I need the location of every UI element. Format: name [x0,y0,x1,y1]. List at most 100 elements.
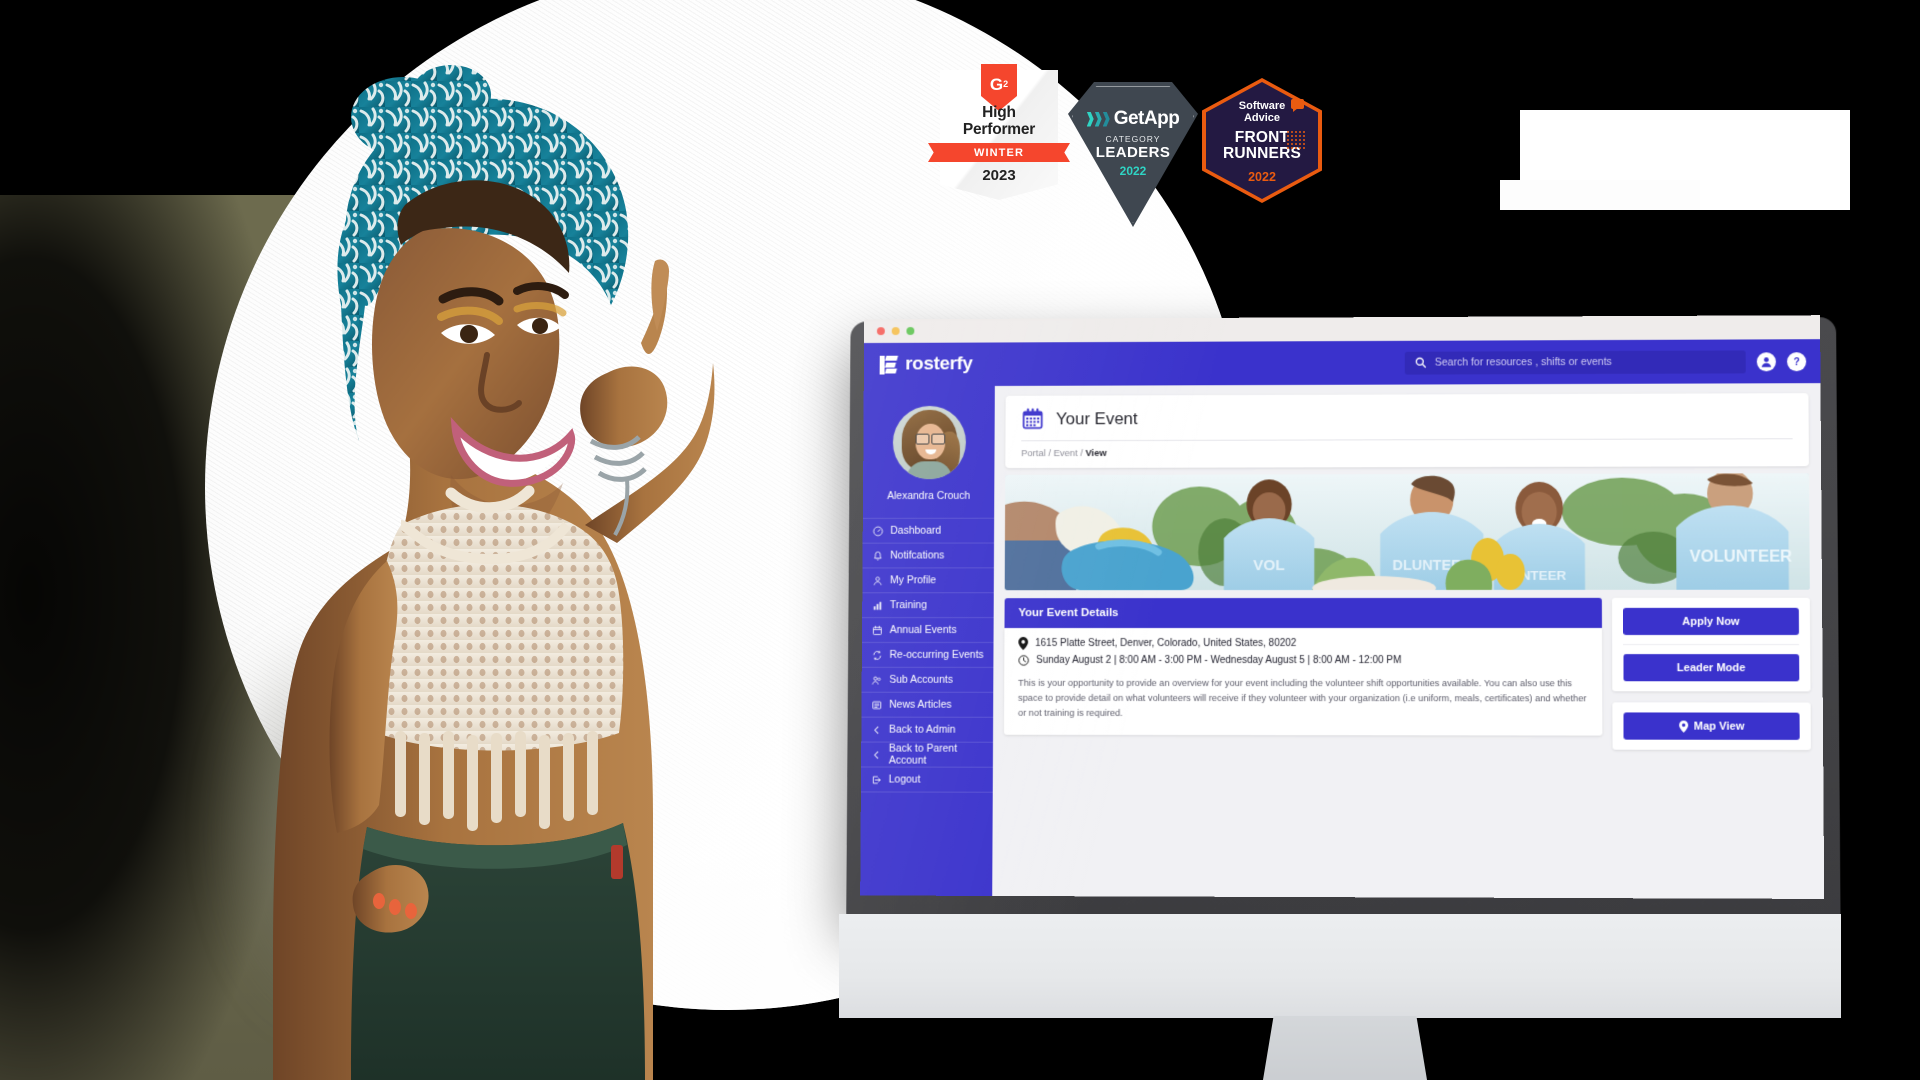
badge-software-advice-brand-line1: Software [1238,100,1286,112]
sidebar-item-label: Annual Events [889,624,957,637]
svg-text:VOLUNTEER: VOLUNTEER [1689,548,1792,566]
account-icon[interactable] [1756,351,1776,371]
window-maximize-button[interactable] [906,327,915,335]
logout-icon [871,774,882,785]
sidebar-item-notifications[interactable]: Notifcations [862,542,995,568]
sidebar-item-training[interactable]: Training [862,592,994,618]
event-address-row: 1615 Platte Street, Denver, Colorado, Un… [1018,637,1588,650]
sidebar-item-label: Training [889,599,928,612]
sidebar-item-news-articles[interactable]: News Articles [861,691,994,717]
sidebar-item-label: Re-occurring Events [889,648,984,661]
sidebar-item-label: Dashboard [890,524,942,537]
page-title: Your Event [1055,408,1138,428]
page-title-card: Your Event Portal / Event / View [1005,393,1809,469]
badge-getapp-year: 2022 [1119,164,1147,178]
brand-logo[interactable]: rosterfy [879,353,973,375]
hero-stage: G2 High Performer WINTER 2023 GetApp CAT… [0,0,1920,1080]
badge-getapp-category-leaders: GetApp CATEGORY LEADERS 2022 [1068,82,1198,227]
help-icon[interactable]: ? [1786,351,1807,371]
sidebar-item-label: Sub Accounts [889,673,953,686]
sidebar: Alexandra Crouch Dashboard Notifcations [860,385,995,896]
location-pin-icon [1018,637,1029,650]
event-details-panel: Your Event Details 1615 Platte Street, D… [1003,597,1603,736]
repeat-icon [872,649,883,660]
speech-bubble-icon [1291,99,1304,109]
badge-g2-ribbon: WINTER [928,143,1070,162]
user-icon [872,575,883,586]
badge-g2-year: 2023 [982,167,1016,184]
sidebar-item-sub-accounts[interactable]: Sub Accounts [861,666,994,692]
event-datetime: Sunday August 2 | 8:00 AM - 3:00 PM - We… [1036,654,1402,667]
app-header: rosterfy Search for resources , shifts o… [863,339,1821,387]
badge-g2-title-line2: Performer [962,121,1036,139]
sidebar-item-label: News Articles [889,698,952,711]
back-icon [871,724,882,735]
accounts-icon [872,674,883,685]
event-address: 1615 Platte Street, Denver, Colorado, Un… [1035,637,1297,650]
badge-software-advice-brand-line2: Advice [1243,112,1281,125]
sidebar-item-re-occurring-events[interactable]: Re-occurring Events [861,641,994,667]
app-window: rosterfy Search for resources , shifts o… [860,315,1825,899]
badge-software-advice-year: 2022 [1248,170,1276,184]
breadcrumb-current: View [1085,448,1107,459]
header-right-group: Search for resources , shifts or events … [1404,349,1807,375]
badge-g2-high-performer: G2 High Performer WINTER 2023 [928,64,1070,200]
brand-name: rosterfy [905,353,973,375]
window-close-button[interactable] [876,327,885,336]
sidebar-item-my-profile[interactable]: My Profile [862,567,994,593]
sidebar-item-back-to-admin[interactable]: Back to Admin [861,716,994,742]
badge-software-advice-brand: Software Advice [1202,100,1322,125]
sidebar-item-logout[interactable]: Logout [860,766,993,793]
app-body: Alexandra Crouch Dashboard Notifcations [860,383,1825,899]
svg-text:VOL: VOL [1253,557,1285,574]
badge-getapp-leaders: LEADERS [1095,144,1171,161]
sidebar-user-name: Alexandra Crouch [887,489,971,503]
woman-photo [255,55,765,1080]
leader-mode-button[interactable]: Leader Mode [1623,654,1800,682]
event-details-heading: Your Event Details [1004,597,1602,629]
svg-text:?: ? [1793,357,1799,368]
event-datetime-row: Sunday August 2 | 8:00 AM - 3:00 PM - We… [1018,655,1588,666]
breadcrumb-prefix[interactable]: Portal / Event / [1021,448,1085,459]
badge-g2-title: High Performer [940,104,1058,139]
badge-getapp-brand: GetApp [1113,108,1180,129]
location-pin-icon [1678,720,1688,733]
training-icon [872,600,883,611]
event-lower-section: Your Event Details 1615 Platte Street, D… [1003,597,1811,751]
window-minimize-button[interactable] [891,327,900,336]
calendar-icon [1021,408,1044,431]
dashboard-icon [873,525,884,536]
title-divider [1021,438,1793,442]
sidebar-nav: Dashboard Notifcations My Profile Traini… [860,517,995,793]
monitor-stand [1260,1016,1430,1080]
sidebar-item-label: My Profile [889,574,937,587]
monitor-chin [839,914,1841,1018]
event-actions-panel: Apply Now Leader Mode Map View [1611,597,1811,751]
background-white-patch-secondary [1500,180,1700,210]
apply-now-button[interactable]: Apply Now [1623,607,1799,636]
badge-getapp-brand-row: GetApp [1068,108,1198,130]
news-icon [871,699,882,710]
sidebar-item-dashboard[interactable]: Dashboard [862,517,995,543]
sidebar-item-label: Back to Parent Account [888,742,958,767]
event-details-body: 1615 Platte Street, Denver, Colorado, Un… [1003,627,1603,736]
calendar-icon [872,625,883,636]
search-icon [1415,357,1427,369]
event-hero-image: VOL DLUNTEER NTEER VOLUNTEER [1004,473,1810,591]
bell-icon [872,550,883,561]
sidebar-item-back-to-parent-account[interactable]: Back to Parent Account [861,741,994,767]
search-input[interactable]: Search for resources , shifts or events [1404,349,1746,375]
sidebar-item-annual-events[interactable]: Annual Events [861,617,994,642]
clock-icon [1018,655,1029,666]
event-description: This is your opportunity to provide an o… [1017,677,1587,719]
sidebar-item-label: Notifcations [890,549,945,562]
monitor-screen: rosterfy Search for resources , shifts o… [860,315,1825,899]
map-view-label: Map View [1693,720,1745,733]
award-badges: G2 High Performer WINTER 2023 GetApp CAT… [928,60,1350,227]
dot-grid-icon [1286,130,1306,150]
sidebar-item-label: Logout [888,773,921,786]
breadcrumb: Portal / Event / View [1021,446,1793,459]
map-view-button[interactable]: Map View [1623,712,1800,740]
search-placeholder: Search for resources , shifts or events [1434,355,1612,369]
back-icon [871,749,882,760]
